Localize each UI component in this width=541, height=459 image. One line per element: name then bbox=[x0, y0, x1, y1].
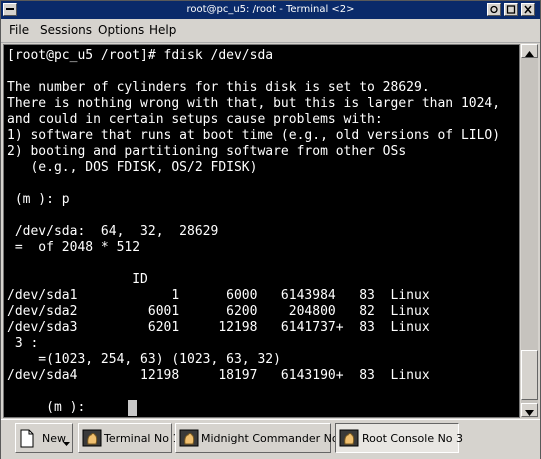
scrollbar-thumb[interactable] bbox=[521, 350, 538, 400]
menu-help[interactable]: Help bbox=[149, 23, 176, 37]
text-cursor bbox=[128, 400, 137, 416]
terminal-line: =(1023, 254, 63) (1023, 63, 32) bbox=[7, 352, 281, 367]
menu-file[interactable]: File bbox=[9, 23, 29, 37]
session-tab-bar: New Terminal No 1 Midnight Commander No … bbox=[1, 419, 540, 459]
close-icon[interactable] bbox=[521, 3, 535, 16]
menu-sessions[interactable]: Sessions bbox=[40, 23, 92, 37]
scroll-down-icon[interactable] bbox=[521, 403, 538, 417]
terminal-line: (e.g., DOS FDISK, OS/2 FDISK) bbox=[7, 160, 258, 175]
vertical-scrollbar[interactable] bbox=[521, 44, 538, 418]
maximize-icon[interactable] bbox=[504, 3, 518, 16]
tab-label: Terminal No 1 bbox=[104, 432, 180, 445]
terminal-line: ID bbox=[7, 272, 148, 287]
terminal-line: /dev/sda1 1 6000 6143984 83 Linux bbox=[7, 288, 430, 303]
terminal-line: (m ): p bbox=[7, 192, 70, 207]
shell-icon bbox=[82, 429, 102, 453]
terminal-line: /dev/sda3 6201 12198 6141737+ 83 Linux bbox=[7, 320, 430, 335]
scroll-up-icon[interactable] bbox=[521, 44, 538, 58]
terminal-line: 2) booting and partitioning software fro… bbox=[7, 144, 407, 159]
terminal-line: There is nothing wrong with that, but th… bbox=[7, 96, 501, 111]
menu-bar: File Sessions Options Help bbox=[1, 20, 540, 43]
menu-options[interactable]: Options bbox=[98, 23, 144, 37]
terminal-line: /dev/sda: 64, 32, 28629 bbox=[7, 224, 219, 239]
tab-label: Midnight Commander No 2 bbox=[201, 432, 350, 445]
title-bar[interactable]: root@pc_u5: /root - Terminal <2> bbox=[1, 1, 540, 19]
shell-icon bbox=[339, 429, 359, 453]
new-document-icon bbox=[19, 429, 35, 452]
window-title: root@pc_u5: /root - Terminal <2> bbox=[186, 4, 355, 15]
tab-terminal-1[interactable]: Terminal No 1 bbox=[78, 423, 179, 453]
terminal-line: 1) software that runs at boot time (e.g.… bbox=[7, 128, 501, 143]
terminal-output[interactable]: [root@pc_u5 /root]# fdisk /dev/sda The n… bbox=[3, 44, 520, 418]
tab-root-console-3[interactable]: Root Console No 3 bbox=[335, 423, 463, 453]
terminal-line: The number of cylinders for this disk is… bbox=[7, 80, 430, 95]
chevron-down-icon bbox=[63, 442, 70, 446]
terminal-line: /dev/sda4 12198 18197 6143190+ 83 Linux bbox=[7, 368, 430, 383]
terminal-line: /dev/sda2 6001 6200 204800 82 Linux bbox=[7, 304, 430, 319]
minimize-icon[interactable] bbox=[487, 3, 501, 16]
terminal-prompt-line: (m ): bbox=[7, 400, 86, 415]
terminal-line: [root@pc_u5 /root]# fdisk /dev/sda bbox=[7, 48, 274, 63]
terminal-line: = of 2048 * 512 bbox=[7, 240, 141, 255]
tab-midnight-commander-2[interactable]: Midnight Commander No 2 bbox=[175, 423, 349, 453]
tab-label: Root Console No 3 bbox=[362, 432, 464, 445]
terminal-line: 3 : bbox=[7, 336, 39, 351]
terminal-line: and could in certain setups cause proble… bbox=[7, 112, 383, 127]
new-session-button[interactable]: New bbox=[15, 423, 73, 453]
terminal-window: root@pc_u5: /root - Terminal <2> File Se… bbox=[0, 0, 541, 459]
shell-icon bbox=[179, 429, 199, 453]
